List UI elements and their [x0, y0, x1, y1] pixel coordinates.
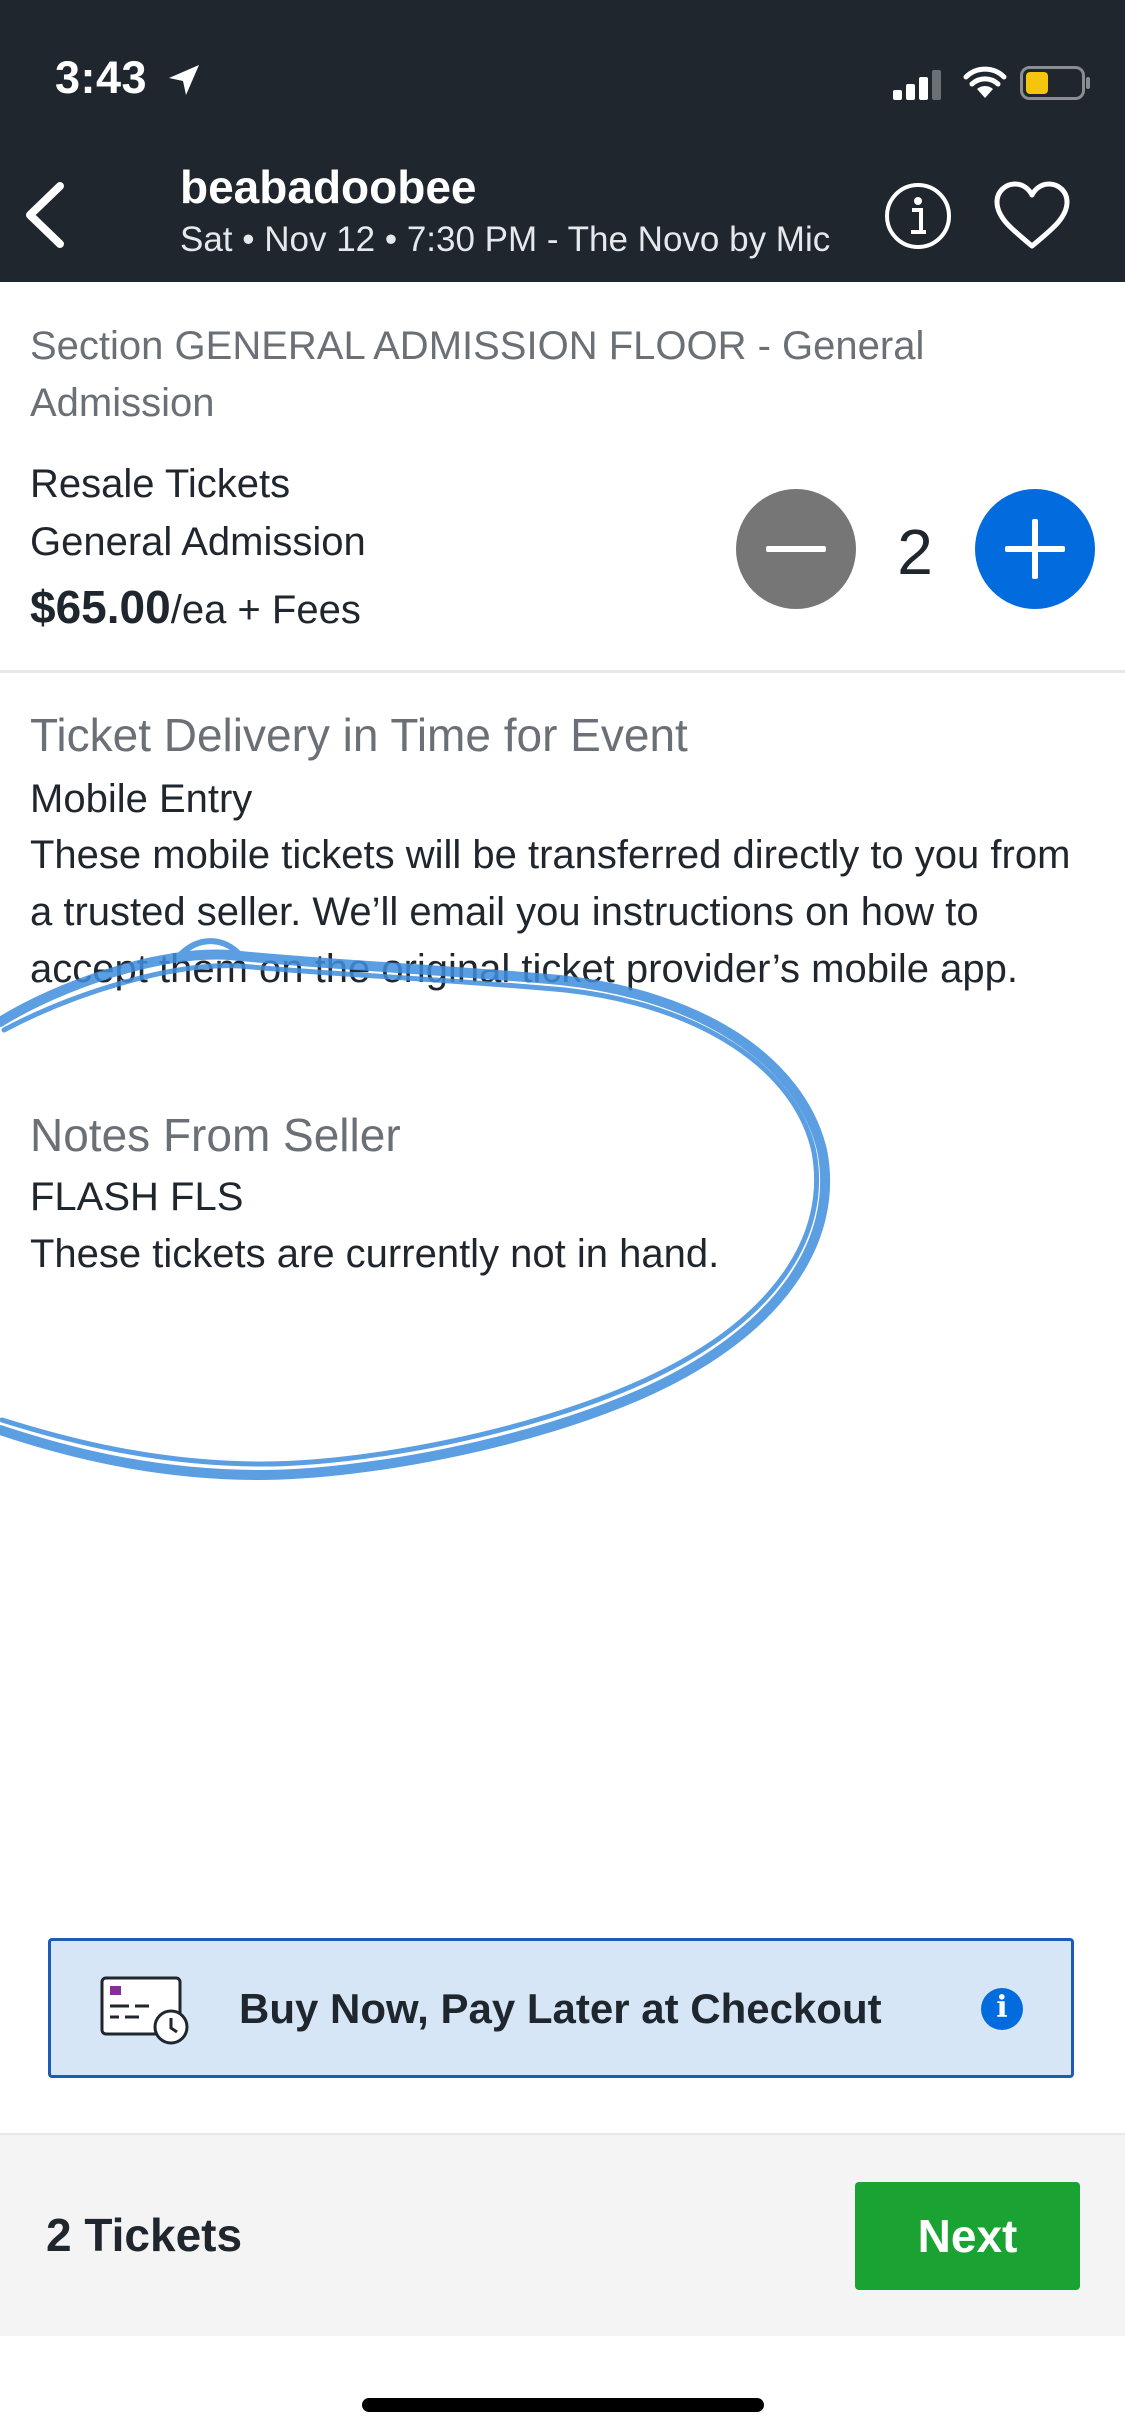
wifi-icon [963, 66, 1007, 98]
battery-icon [1020, 66, 1090, 100]
section-label: Section GENERAL ADMISSION FLOOR - Genera… [30, 324, 925, 425]
bnpl-info-glyph: i [996, 1990, 1008, 2025]
bnpl-info-icon[interactable]: i [981, 1988, 1023, 2030]
event-title: beabadoobee [180, 161, 477, 213]
calendar-clock-icon [100, 1976, 189, 2045]
info-icon[interactable] [884, 182, 952, 250]
event-subtitle: Sat • Nov 12 • 7:30 PM - The Novo by Mic [180, 220, 831, 259]
status-time: 3:43 [55, 52, 148, 103]
increase-quantity-button[interactable] [975, 489, 1095, 609]
ticket-type: Resale Tickets [30, 462, 291, 506]
delivery-description: These mobile tickets will be transferred… [30, 833, 1071, 991]
cellular-signal-icon [893, 70, 941, 100]
decrease-quantity-button[interactable] [736, 489, 856, 609]
price-suffix: /ea + Fees [170, 588, 361, 632]
ticket-count: 2 Tickets [46, 2209, 243, 2261]
home-indicator [362, 2398, 764, 2412]
next-button[interactable]: Next [855, 2182, 1080, 2290]
ticket-kind: General Admission [30, 520, 366, 564]
price-value: $65.00 [30, 581, 171, 633]
bnpl-banner[interactable]: Buy Now, Pay Later at Checkout i [48, 1938, 1074, 2078]
checkout-footer: 2 Tickets Next [0, 2133, 1125, 2336]
notes-heading: Notes From Seller [30, 1109, 401, 1161]
location-arrow-icon [169, 65, 199, 95]
quantity-value: 2 [897, 516, 933, 588]
heart-icon[interactable] [993, 180, 1071, 252]
notes-code: FLASH FLS [30, 1175, 244, 1219]
top-bar: 3:43 beabadoobee Sat • Nov 12 • 7:30 PM … [0, 0, 1125, 282]
back-arrow-icon[interactable] [18, 180, 78, 250]
divider [0, 670, 1125, 673]
delivery-method: Mobile Entry [30, 777, 253, 821]
price-line: $65.00/ea + Fees [30, 580, 361, 634]
delivery-heading: Ticket Delivery in Time for Event [30, 709, 688, 761]
notes-text: These tickets are currently not in hand. [30, 1232, 720, 1276]
bnpl-label: Buy Now, Pay Later at Checkout [239, 1985, 882, 2032]
